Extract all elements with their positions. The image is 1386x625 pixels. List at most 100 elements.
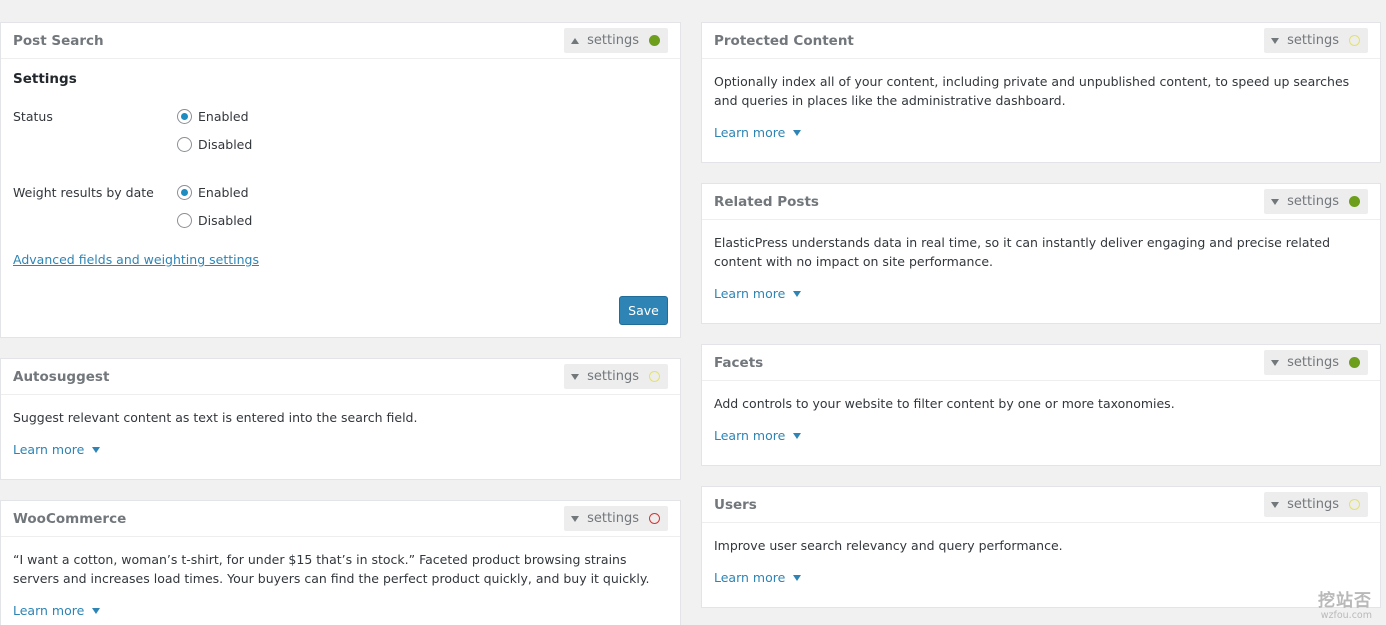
- settings-toggle-button[interactable]: settings: [564, 28, 668, 53]
- settings-toggle-button[interactable]: settings: [1264, 28, 1368, 53]
- feature-description: ElasticPress understands data in real ti…: [714, 235, 1331, 269]
- settings-label: settings: [587, 511, 639, 526]
- caret-down-icon: [92, 607, 101, 614]
- settings-label: settings: [587, 33, 639, 48]
- caret-down-icon: [92, 446, 101, 453]
- feature-header: WooCommerce settings: [1, 501, 680, 537]
- feature-title: Facets: [714, 355, 764, 371]
- feature-header: Post Search settings: [1, 23, 680, 59]
- save-button[interactable]: Save: [619, 296, 668, 325]
- status-dot-icon: [649, 371, 660, 382]
- status-dot-icon: [649, 513, 660, 524]
- learn-more-toggle[interactable]: Learn more: [714, 570, 1368, 585]
- caret-down-icon: [793, 432, 802, 439]
- status-label: Status: [13, 109, 53, 124]
- radio-checked-icon: [177, 185, 192, 200]
- learn-more-toggle[interactable]: Learn more: [714, 125, 1368, 140]
- feature-users: Users settings Improve user search relev…: [701, 486, 1381, 608]
- watermark-sub: wzfou.com: [1320, 610, 1372, 621]
- feature-header: Users settings: [702, 487, 1380, 523]
- status-dot-icon: [649, 35, 660, 46]
- radio-unchecked-icon: [177, 137, 192, 152]
- watermark: 挖站否 wzfou.com: [1318, 586, 1372, 621]
- settings-label: settings: [587, 369, 639, 384]
- learn-more-toggle[interactable]: Learn more: [714, 428, 1368, 443]
- feature-description: Add controls to your website to filter c…: [714, 396, 1175, 411]
- chevron-up-icon: [571, 37, 580, 44]
- caret-down-icon: [793, 129, 802, 136]
- feature-header: Protected Content settings: [702, 23, 1380, 59]
- feature-header: Autosuggest settings: [1, 359, 680, 395]
- learn-more-toggle[interactable]: Learn more: [13, 442, 668, 457]
- feature-protected-content: Protected Content settings Optionally in…: [701, 22, 1381, 163]
- settings-label: settings: [1287, 497, 1339, 512]
- status-dot-icon: [1349, 499, 1360, 510]
- radio-label: Disabled: [198, 213, 253, 228]
- feature-description: Suggest relevant content as text is ente…: [13, 410, 418, 425]
- status-dot-icon: [1349, 196, 1360, 207]
- settings-label: settings: [1287, 194, 1339, 209]
- learn-more-toggle[interactable]: Learn more: [714, 286, 1368, 301]
- feature-settings-panel: Settings Status Enabled Disabled Weight …: [1, 59, 680, 338]
- feature-body: Optionally index all of your content, in…: [702, 72, 1380, 140]
- status-dot-icon: [1349, 35, 1360, 46]
- feature-facets: Facets settings Add controls to your web…: [701, 344, 1381, 466]
- settings-toggle-button[interactable]: settings: [1264, 189, 1368, 214]
- settings-toggle-button[interactable]: settings: [564, 506, 668, 531]
- learn-more-label: Learn more: [714, 286, 786, 301]
- radio-label: Enabled: [198, 109, 249, 124]
- weight-by-date-label: Weight results by date: [13, 185, 154, 200]
- feature-autosuggest: Autosuggest settings Suggest relevant co…: [0, 358, 681, 480]
- learn-more-toggle[interactable]: Learn more: [13, 603, 668, 618]
- feature-body: Add controls to your website to filter c…: [702, 394, 1380, 443]
- feature-title: Post Search: [13, 33, 104, 49]
- feature-header: Related Posts settings: [702, 184, 1380, 220]
- feature-title: Related Posts: [714, 194, 819, 210]
- feature-body: Suggest relevant content as text is ente…: [1, 408, 680, 457]
- feature-title: WooCommerce: [13, 511, 127, 527]
- caret-down-icon: [793, 574, 802, 581]
- feature-description: “I want a cotton, woman’s t-shirt, for u…: [13, 552, 650, 586]
- feature-woocommerce: WooCommerce settings “I want a cotton, w…: [0, 500, 681, 625]
- watermark-main: 挖站否: [1318, 591, 1372, 611]
- learn-more-label: Learn more: [714, 428, 786, 443]
- feature-title: Autosuggest: [13, 369, 110, 385]
- feature-post-search: Post Search settings Settings Status Ena…: [0, 22, 681, 338]
- chevron-down-icon: [1271, 198, 1280, 205]
- learn-more-label: Learn more: [13, 603, 85, 618]
- chevron-down-icon: [571, 515, 580, 522]
- radio-checked-icon: [177, 109, 192, 124]
- settings-label: settings: [1287, 33, 1339, 48]
- settings-toggle-button[interactable]: settings: [1264, 350, 1368, 375]
- feature-header: Facets settings: [702, 345, 1380, 381]
- feature-description: Improve user search relevancy and query …: [714, 538, 1063, 553]
- feature-title: Users: [714, 497, 757, 513]
- settings-toggle-button[interactable]: settings: [564, 364, 668, 389]
- weight-enabled-radio[interactable]: Enabled: [177, 185, 249, 200]
- chevron-down-icon: [1271, 501, 1280, 508]
- radio-label: Enabled: [198, 185, 249, 200]
- feature-title: Protected Content: [714, 33, 854, 49]
- caret-down-icon: [793, 290, 802, 297]
- settings-toggle-button[interactable]: settings: [1264, 492, 1368, 517]
- feature-body: “I want a cotton, woman’s t-shirt, for u…: [1, 550, 680, 618]
- chevron-down-icon: [1271, 37, 1280, 44]
- advanced-weighting-link[interactable]: Advanced fields and weighting settings: [13, 252, 259, 267]
- feature-related-posts: Related Posts settings ElasticPress unde…: [701, 183, 1381, 324]
- feature-body: ElasticPress understands data in real ti…: [702, 233, 1380, 301]
- status-disabled-radio[interactable]: Disabled: [177, 137, 252, 152]
- chevron-down-icon: [1271, 359, 1280, 366]
- radio-label: Disabled: [198, 137, 253, 152]
- settings-heading: Settings: [13, 71, 77, 87]
- status-enabled-radio[interactable]: Enabled: [177, 109, 249, 124]
- chevron-down-icon: [571, 373, 580, 380]
- radio-unchecked-icon: [177, 213, 192, 228]
- feature-description: Optionally index all of your content, in…: [714, 74, 1350, 108]
- feature-body: Improve user search relevancy and query …: [702, 536, 1380, 585]
- learn-more-label: Learn more: [13, 442, 85, 457]
- learn-more-label: Learn more: [714, 125, 786, 140]
- status-dot-icon: [1349, 357, 1360, 368]
- settings-label: settings: [1287, 355, 1339, 370]
- weight-disabled-radio[interactable]: Disabled: [177, 213, 252, 228]
- learn-more-label: Learn more: [714, 570, 786, 585]
